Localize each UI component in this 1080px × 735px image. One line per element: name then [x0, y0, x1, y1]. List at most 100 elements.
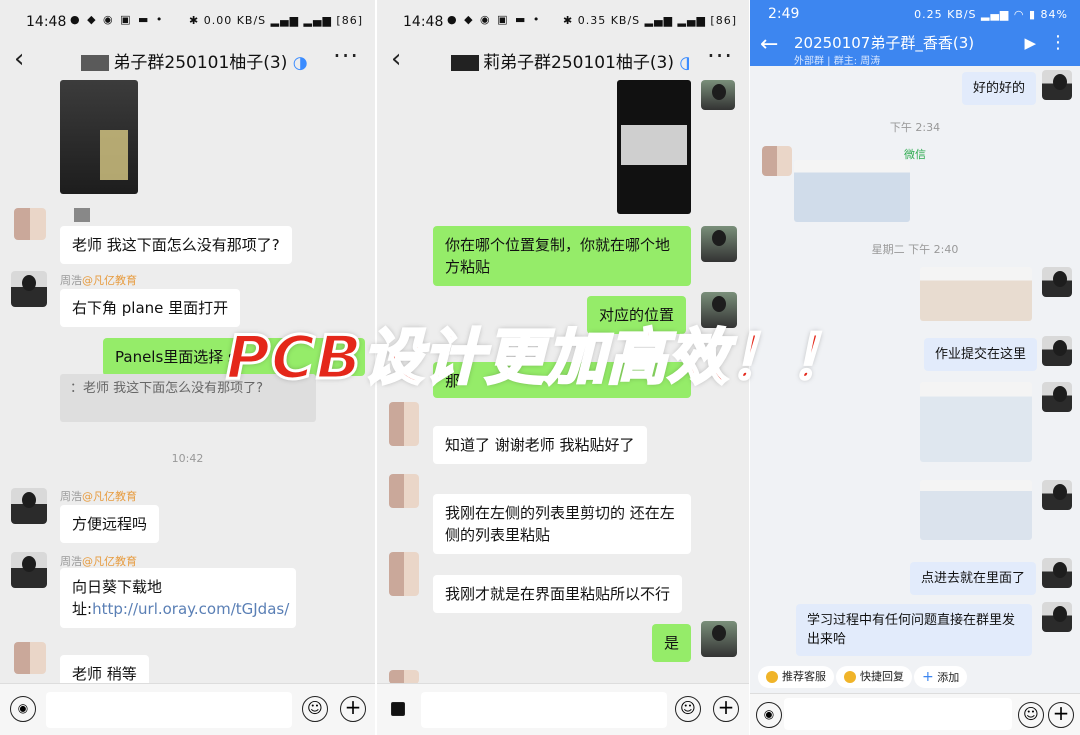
sender-name-blurred	[74, 208, 90, 222]
avatar[interactable]	[389, 552, 419, 596]
service-icon	[766, 671, 778, 683]
link[interactable]: http://url.oray.com/tGJdas/	[92, 600, 289, 618]
avatar[interactable]	[389, 670, 419, 684]
quoted-message[interactable]: ：老师 我这下面怎么没有那项了?	[60, 374, 316, 422]
avatar[interactable]	[1042, 336, 1072, 366]
image-screen	[621, 125, 687, 165]
sender-name: 周浩@凡亿教育	[60, 490, 137, 503]
screenshot-image[interactable]	[617, 80, 691, 214]
time-divider: 星期二 下午 2:40	[871, 243, 959, 256]
shared-image[interactable]	[920, 382, 1032, 462]
avatar[interactable]	[14, 642, 46, 674]
plus-icon[interactable]: +	[340, 696, 366, 722]
avatar[interactable]	[701, 621, 737, 657]
battery-level: 84%	[1040, 8, 1068, 21]
chat-header: ← 20250107弟子群_香香(3) 外部群 | 群主: 周涛 ▶ ⋮	[750, 28, 1080, 67]
notification-icons: ● ◆ ◉ ▣ ▬ •	[447, 13, 542, 26]
shared-image[interactable]	[794, 160, 910, 222]
message-bubble[interactable]: 方便远程吗	[60, 505, 160, 543]
avatar[interactable]	[1042, 382, 1072, 412]
message-bubble-self[interactable]: 你在哪个位置复制，你就在哪个地方粘贴	[433, 226, 691, 286]
battery-level: 86	[341, 14, 358, 27]
status-time: 2:49	[768, 6, 800, 22]
more-icon[interactable]: ⋮	[1049, 32, 1068, 53]
keyboard-icon[interactable]	[391, 702, 405, 716]
net-speed: 0.35 KB/S	[577, 14, 641, 27]
plus-icon[interactable]: +	[713, 696, 739, 722]
emoji-icon[interactable]: ☺	[302, 696, 328, 722]
message-bubble[interactable]: 向日葵下载地址:http://url.oray.com/tGJdas/	[60, 568, 296, 628]
status-bar: 14:48 ● ◆ ◉ ▣ ▬ • ✱ 0.00 KB/S ▂▄▆ ▂▄▆ [8…	[0, 0, 375, 40]
emoji-icon[interactable]: ☺	[1018, 702, 1044, 728]
plus-icon: +	[922, 669, 934, 685]
net-speed: 0.25 KB/S	[914, 8, 977, 21]
quick-reply-chip[interactable]: 快捷回复	[836, 666, 912, 688]
avatar[interactable]	[389, 402, 419, 446]
voice-icon[interactable]: ◉	[10, 696, 36, 722]
add-chip[interactable]: + 添加	[914, 666, 968, 688]
input-bar: ◉ ☺ +	[0, 683, 375, 735]
message-bubble-self[interactable]: 好的好的	[962, 72, 1037, 105]
avatar[interactable]	[1042, 558, 1072, 588]
recommend-service-chip[interactable]: 推荐客服	[758, 666, 834, 688]
chat-header: ‹ 莉弟子群250101柚子(3) ◑ ···	[377, 40, 749, 80]
more-icon[interactable]: ···	[333, 42, 359, 70]
message-input[interactable]	[46, 692, 292, 728]
status-bar: 2:49 0.25 KB/S ▂▄▆ ◠ ▮ 84%	[750, 0, 1080, 28]
chat-panel-3: 2:49 0.25 KB/S ▂▄▆ ◠ ▮ 84% ← 20250107弟子群…	[750, 0, 1080, 735]
message-bubble[interactable]: 老师 我这下面怎么没有那项了?	[60, 226, 292, 264]
chat-title: 莉弟子群250101柚子(3) ◑	[451, 48, 689, 73]
video-call-icon[interactable]: ▶	[1024, 34, 1036, 52]
avatar[interactable]	[701, 226, 737, 262]
avatar[interactable]	[762, 146, 792, 176]
chat-panel-2: 14:48 ● ◆ ◉ ▣ ▬ • ✱ 0.35 KB/S ▂▄▆ ▂▄▆ [8…	[377, 0, 749, 735]
emoji-icon[interactable]: ☺	[675, 696, 701, 722]
battery-level: 86	[715, 14, 732, 27]
message-bubble-self[interactable]: 对应的位置	[587, 296, 687, 334]
status-time: 14:48	[26, 14, 67, 30]
message-bubble[interactable]: 我刚才就是在界面里粘贴所以不行	[433, 575, 683, 613]
avatar[interactable]	[701, 80, 735, 110]
back-icon[interactable]: ‹	[391, 44, 401, 74]
avatar[interactable]	[11, 552, 47, 588]
message-bubble-self[interactable]: 是	[652, 624, 692, 662]
message-bubble-self[interactable]: Panels里面选择 s	[103, 338, 365, 376]
message-bubble[interactable]: 知道了 谢谢老师 我粘贴好了	[433, 426, 647, 464]
avatar[interactable]	[1042, 602, 1072, 632]
back-icon[interactable]: ‹	[14, 44, 24, 74]
message-bubble-self-partial[interactable]: 那	[433, 362, 691, 398]
status-time: 14:48	[403, 14, 444, 30]
avatar[interactable]	[11, 271, 47, 307]
blurred-avatar	[81, 55, 110, 71]
message-bubble-self[interactable]: 作业提交在这里	[924, 338, 1038, 371]
avatar[interactable]	[11, 488, 47, 524]
chat-header: ‹ 弟子群250101柚子(3) ◑ ···	[0, 40, 375, 80]
back-arrow-icon[interactable]: ←	[760, 32, 778, 57]
voice-icon[interactable]: ◉	[756, 702, 782, 728]
message-input[interactable]	[784, 698, 1012, 730]
avatar[interactable]	[389, 474, 419, 508]
sender-name: 周浩@凡亿教育	[60, 555, 137, 568]
plus-icon[interactable]: +	[1048, 702, 1074, 728]
more-icon[interactable]: ···	[707, 42, 733, 70]
input-bar: ◉ ☺ +	[750, 693, 1080, 735]
avatar[interactable]	[1042, 267, 1072, 297]
screenshot-image[interactable]	[60, 80, 138, 194]
message-input[interactable]	[421, 692, 667, 728]
shared-image[interactable]	[920, 480, 1032, 540]
status-bar: 14:48 ● ◆ ◉ ▣ ▬ • ✱ 0.35 KB/S ▂▄▆ ▂▄▆ [8…	[377, 0, 749, 40]
avatar[interactable]	[14, 208, 46, 240]
status-right: 0.25 KB/S ▂▄▆ ◠ ▮ 84%	[914, 8, 1068, 21]
message-bubble[interactable]: 我刚在左侧的列表里剪切的 还在左侧的列表里粘贴	[433, 494, 691, 554]
message-bubble[interactable]: 右下角 plane 里面打开	[60, 289, 241, 327]
avatar[interactable]	[701, 292, 737, 328]
avatar[interactable]	[1042, 70, 1072, 100]
avatar[interactable]	[1042, 480, 1072, 510]
chat-panel-1: 14:48 ● ◆ ◉ ▣ ▬ • ✱ 0.00 KB/S ▂▄▆ ▂▄▆ [8…	[0, 0, 375, 735]
message-bubble-self[interactable]: 点进去就在里面了	[910, 562, 1037, 595]
input-bar: ☺ +	[377, 683, 749, 735]
time-divider: 10:42	[171, 452, 204, 465]
shared-image[interactable]	[920, 267, 1032, 321]
message-bubble-self[interactable]: 学习过程中有任何问题直接在群里发出来哈	[796, 604, 1032, 656]
chat-title: 弟子群250101柚子(3) ◑	[74, 48, 315, 73]
